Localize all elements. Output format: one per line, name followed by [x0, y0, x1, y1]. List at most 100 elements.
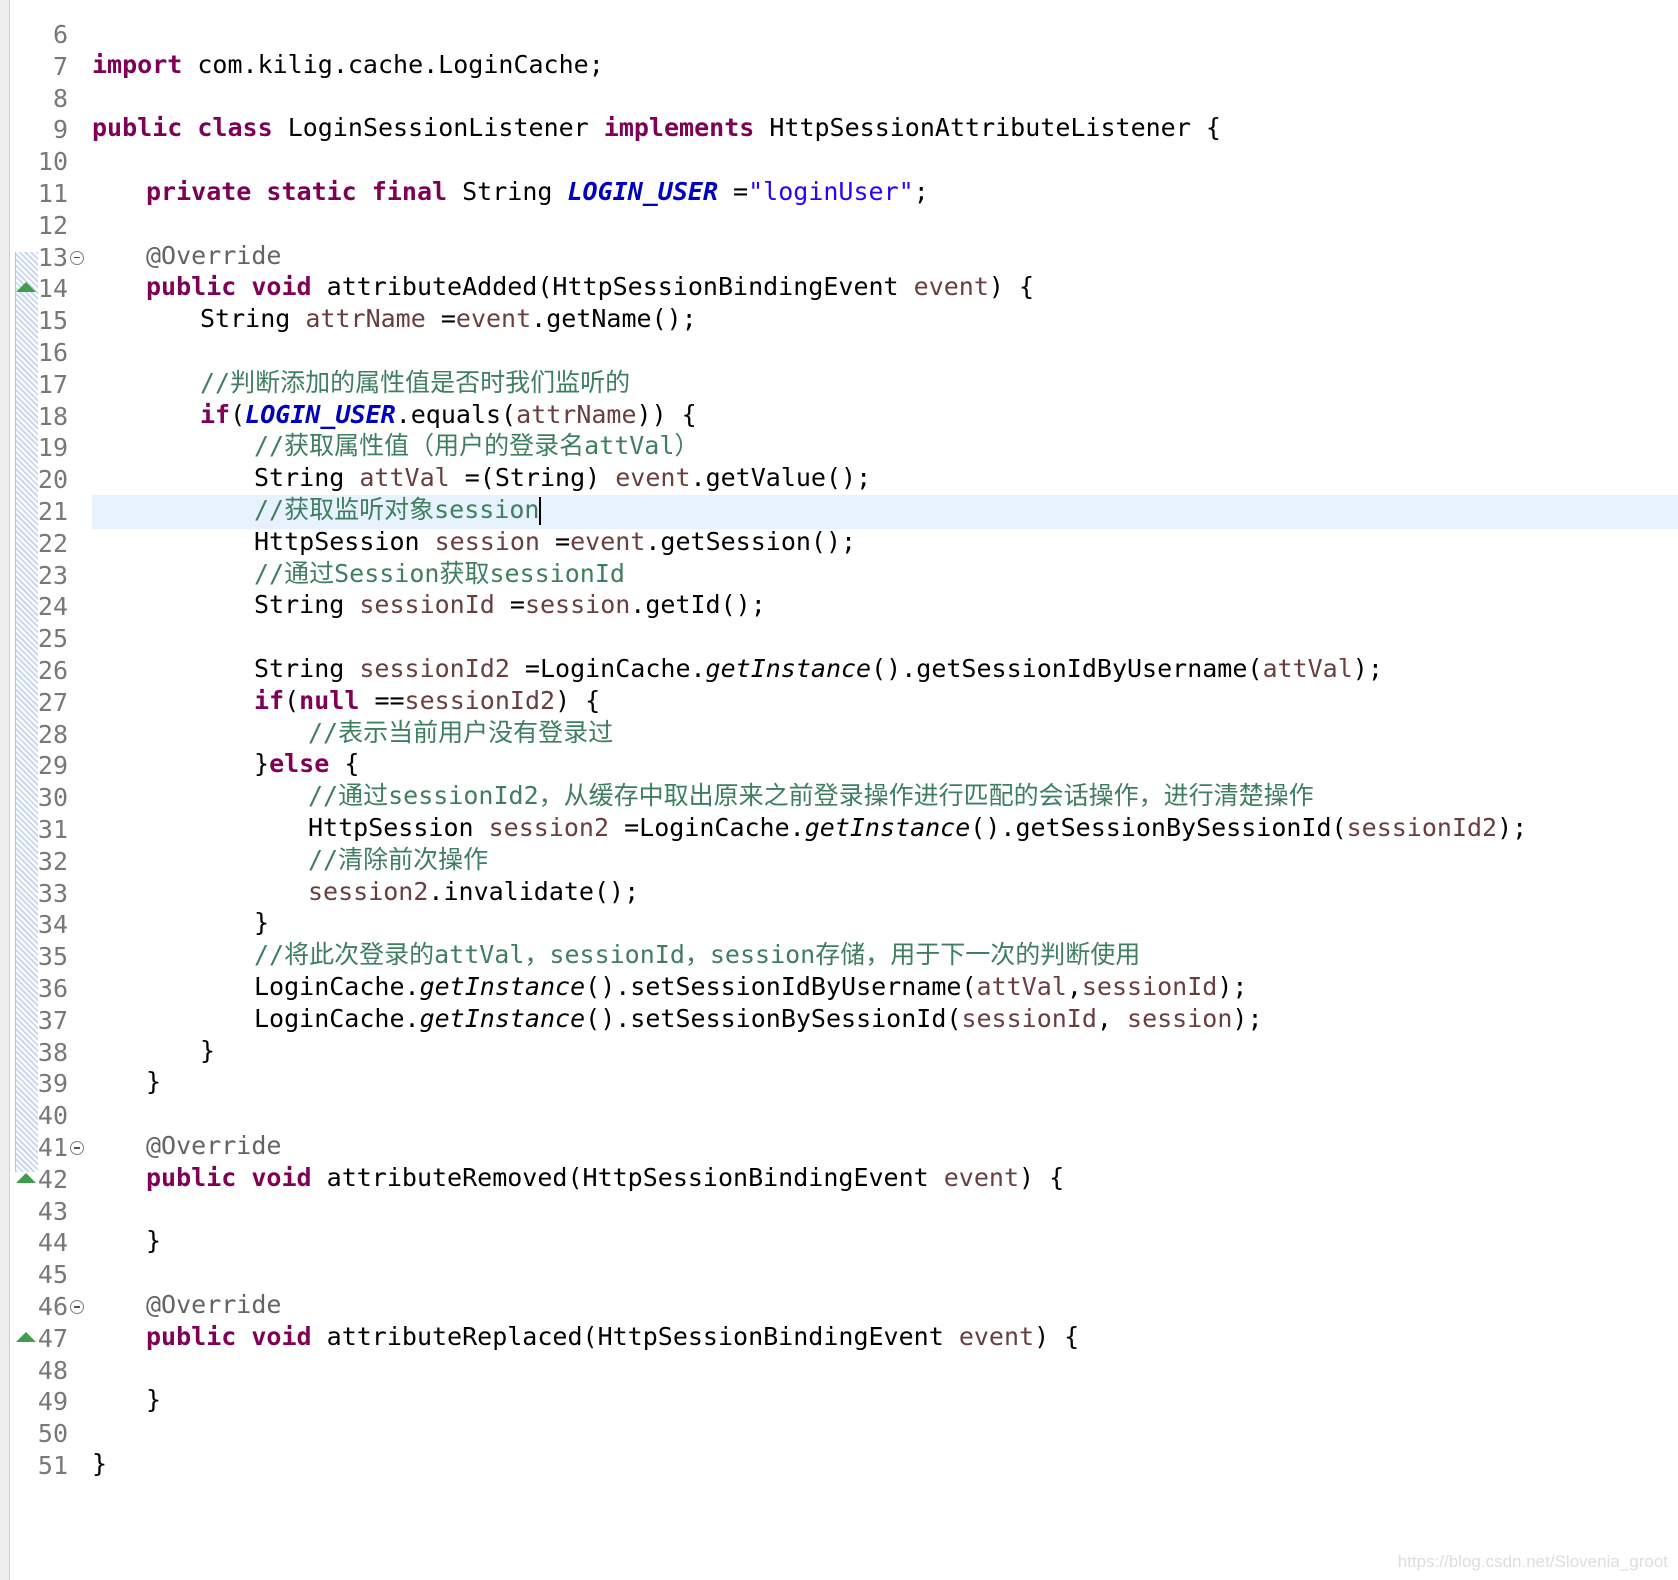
- code-token: String: [447, 177, 568, 206]
- code-line[interactable]: 40: [0, 1099, 1678, 1133]
- code-text: public void attributeReplaced(HttpSessio…: [146, 1322, 1079, 1352]
- code-text: LoginCache.getInstance().setSessionIdByU…: [254, 972, 1247, 1002]
- line-number: 19: [37, 433, 68, 463]
- code-token: else: [269, 749, 330, 779]
- code-line[interactable]: 16: [0, 336, 1678, 370]
- code-line[interactable]: 30 //通过sessionId2，从缓存中取出原来之前登录操作进行匹配的会话操作…: [0, 781, 1678, 815]
- fold-collapse-icon[interactable]: [70, 1300, 84, 1314]
- code-line[interactable]: 22 HttpSession session =event.getSession(…: [0, 527, 1678, 561]
- code-line[interactable]: 33 session2.invalidate();: [0, 877, 1678, 911]
- code-line[interactable]: 7 import com.kilig.cache.LoginCache;: [0, 50, 1678, 84]
- code-line[interactable]: 29}else {: [0, 749, 1678, 783]
- code-line[interactable]: 26 String sessionId2 =LoginCache.getInsta…: [0, 654, 1678, 688]
- code-text: public class LoginSessionListener implem…: [92, 113, 1221, 143]
- line-number: 33: [37, 878, 68, 908]
- code-token: public: [146, 1321, 237, 1351]
- code-line[interactable]: 43: [0, 1195, 1678, 1229]
- line-number: 48: [37, 1355, 68, 1385]
- code-line[interactable]: 38}: [0, 1036, 1678, 1070]
- code-text: HttpSession session2 =LoginCache.getInst…: [308, 813, 1527, 843]
- code-token: );: [1352, 654, 1383, 683]
- code-token: //通过Session获取sessionId: [254, 558, 625, 588]
- code-text: String sessionId =session.getId();: [254, 590, 766, 620]
- code-line[interactable]: 45: [0, 1258, 1678, 1292]
- code-line[interactable]: 8: [0, 82, 1678, 116]
- code-line[interactable]: 44}: [0, 1226, 1678, 1260]
- line-number: 49: [37, 1387, 68, 1417]
- code-line[interactable]: 17 //判断添加的属性值是否时我们监听的: [0, 368, 1678, 402]
- line-number: 20: [37, 465, 68, 495]
- code-line[interactable]: 15 String attrName =event.getName();: [0, 304, 1678, 338]
- code-text: //通过Session获取sessionId: [254, 559, 625, 589]
- code-line[interactable]: 42 public void attributeRemoved(HttpSessi…: [0, 1163, 1678, 1197]
- code-token: LOGIN_USER: [245, 399, 396, 429]
- code-token: .equals(: [395, 399, 517, 429]
- code-token: @Override: [146, 1290, 282, 1319]
- code-line[interactable]: 36 LoginCache.getInstance().setSessionIdB…: [0, 972, 1678, 1006]
- code-editor[interactable]: 6 7 import com.kilig.cache.LoginCache; 8 9 pu…: [0, 0, 1678, 1580]
- code-token: void: [251, 1162, 312, 1192]
- code-line[interactable]: 35 //将此次登录的attVal，sessionId，session存储，用于下…: [0, 940, 1678, 974]
- code-line[interactable]: 49}: [0, 1385, 1678, 1419]
- code-token: event: [570, 526, 646, 556]
- code-line[interactable]: 32 //清除前次操作: [0, 845, 1678, 879]
- code-token: event: [913, 272, 989, 302]
- code-line[interactable]: 10: [0, 145, 1678, 179]
- code-token: ,: [1066, 972, 1082, 1001]
- code-line[interactable]: 37 LoginCache.getInstance().setSessionByS…: [0, 1004, 1678, 1038]
- code-token: attVal: [359, 463, 450, 493]
- code-line[interactable]: 12: [0, 209, 1678, 243]
- code-line[interactable]: 9 public class LoginSessionListener imple…: [0, 113, 1678, 147]
- code-line[interactable]: 39}: [0, 1067, 1678, 1101]
- code-text: }: [146, 1067, 161, 1097]
- fold-collapse-icon[interactable]: [70, 1141, 84, 1155]
- code-line[interactable]: 20 String attVal =(String) event.getValue…: [0, 463, 1678, 497]
- code-line[interactable]: 13 @Override: [0, 241, 1678, 275]
- code-token: public: [92, 113, 183, 143]
- line-number: 40: [37, 1101, 68, 1131]
- code-text: @Override: [146, 241, 281, 271]
- code-token: getInstance: [419, 972, 586, 1001]
- code-token: =LoginCache.: [609, 813, 805, 842]
- code-line[interactable]: 6: [0, 18, 1678, 52]
- code-token: static: [266, 177, 357, 206]
- code-line[interactable]: 28 //表示当前用户没有登录过: [0, 718, 1678, 752]
- code-line[interactable]: 48: [0, 1354, 1678, 1388]
- fold-collapse-icon[interactable]: [70, 250, 84, 265]
- code-token: ;: [913, 177, 929, 206]
- code-line[interactable]: 27 if(null ==sessionId2) {: [0, 686, 1678, 720]
- code-line[interactable]: 47 public void attributeReplaced(HttpSess…: [0, 1322, 1678, 1356]
- code-line[interactable]: 25: [0, 622, 1678, 656]
- code-line[interactable]: 24 String sessionId =session.getId();: [0, 590, 1678, 624]
- code-token: public: [146, 1162, 237, 1192]
- line-number: 28: [37, 719, 68, 749]
- line-number: 46: [37, 1292, 68, 1321]
- code-token: import: [92, 49, 183, 79]
- code-text: String sessionId2 =LoginCache.getInstanc…: [254, 654, 1383, 684]
- code-line[interactable]: 19 //获取属性值（用户的登录名attVal）: [0, 431, 1678, 465]
- code-token: attrName: [305, 304, 426, 334]
- code-line[interactable]: 41 @Override: [0, 1131, 1678, 1165]
- code-line[interactable]: 46 @Override: [0, 1290, 1678, 1324]
- code-line[interactable]: 11 private static final String LOGIN_USER…: [0, 177, 1678, 211]
- code-line[interactable]: 14 public void attributeAdded(HttpSession…: [0, 272, 1678, 306]
- code-line[interactable]: 21 //获取监听对象session: [0, 495, 1678, 529]
- code-token: String: [254, 590, 360, 620]
- code-line[interactable]: 23 //通过Session获取sessionId: [0, 559, 1678, 593]
- code-text: //通过sessionId2，从缓存中取出原来之前登录操作进行匹配的会话操作，进…: [308, 781, 1314, 811]
- code-token: //通过sessionId2，从缓存中取出原来之前登录操作进行匹配的会话操作，进…: [308, 781, 1314, 811]
- code-token: ,: [1096, 1003, 1128, 1033]
- code-token: =LoginCache.: [509, 654, 706, 683]
- code-line[interactable]: 34}: [0, 908, 1678, 942]
- code-token: if: [200, 399, 231, 429]
- code-token: );: [1217, 972, 1248, 1001]
- code-token: =: [539, 526, 571, 556]
- code-line[interactable]: 31 HttpSession session2 =LoginCache.getIn…: [0, 813, 1678, 847]
- code-token: ().setSessionBySessionId(: [585, 1003, 962, 1033]
- code-line[interactable]: 18 if(LOGIN_USER.equals(attrName)) {: [0, 400, 1678, 434]
- code-line[interactable]: 50: [0, 1417, 1678, 1451]
- code-token: @Override: [146, 240, 282, 270]
- code-line[interactable]: 51}: [0, 1449, 1678, 1483]
